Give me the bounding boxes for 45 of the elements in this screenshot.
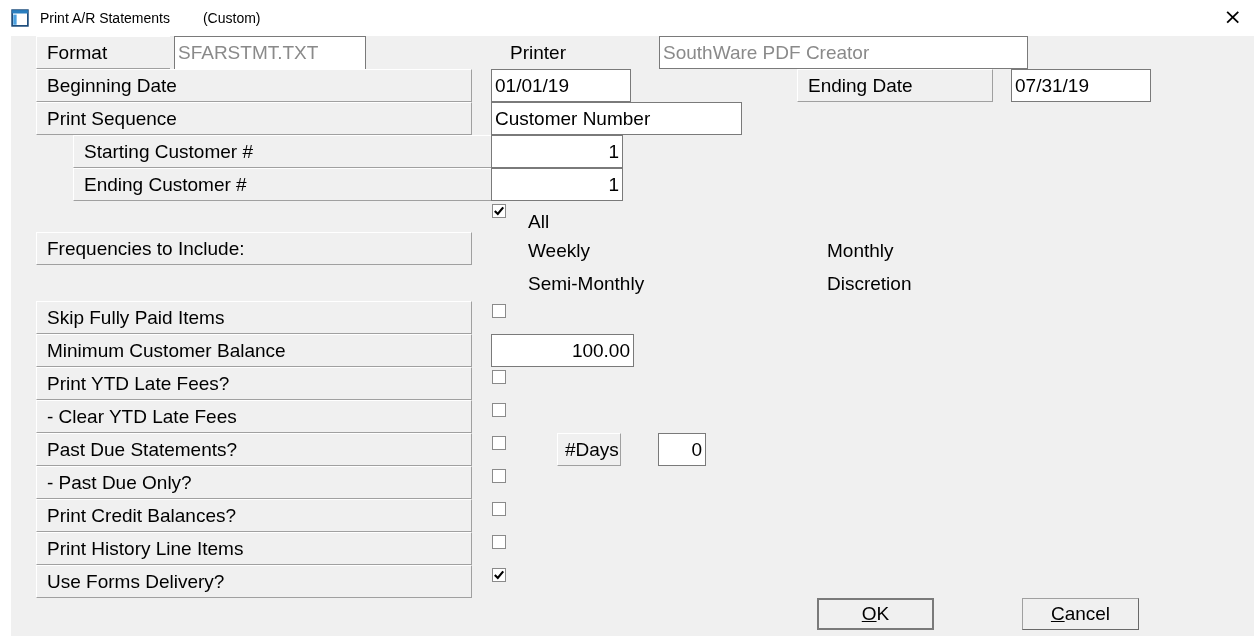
checkbox[interactable]: [492, 204, 506, 218]
window-title: Print A/R Statements: [40, 10, 170, 26]
window-icon: [11, 9, 29, 27]
window-subtitle: (Custom): [202, 10, 261, 26]
days-button[interactable]: #Days: [557, 433, 621, 466]
option-label: Weekly: [528, 240, 591, 262]
checkbox[interactable]: [492, 502, 506, 516]
checkbox[interactable]: [492, 304, 506, 318]
field-label: - Clear YTD Late Fees: [36, 400, 472, 433]
field-label: Use Forms Delivery?: [36, 565, 472, 598]
ok-button[interactable]: OK: [817, 598, 934, 630]
field-label: Ending Date: [797, 69, 993, 102]
field-label: Frequencies to Include:: [36, 232, 472, 265]
field-label: Ending Customer #: [73, 168, 492, 201]
field-label: Print Credit Balances?: [36, 499, 472, 532]
field-label: Print Sequence: [36, 102, 472, 135]
checkbox[interactable]: [492, 436, 506, 450]
input-field[interactable]: 07/31/19: [1011, 69, 1151, 102]
field-label: Minimum Customer Balance: [36, 334, 472, 367]
input-field[interactable]: 0: [658, 433, 706, 466]
cancel-button[interactable]: Cancel: [1022, 598, 1139, 630]
input-field[interactable]: Customer Number: [491, 102, 742, 135]
field-label: Print YTD Late Fees?: [36, 367, 472, 400]
option-label: Monthly: [827, 240, 895, 262]
field-label: Printer: [509, 40, 567, 65]
field-label: - Past Due Only?: [36, 466, 472, 499]
field-label: Starting Customer #: [73, 135, 492, 168]
option-label: Discretion: [827, 273, 913, 295]
input-field[interactable]: 100.00: [491, 334, 634, 367]
close-button[interactable]: ×: [1219, 7, 1246, 27]
field-label: Print History Line Items: [36, 532, 472, 565]
option-label: All: [528, 211, 550, 233]
checkbox[interactable]: [492, 535, 506, 549]
checkbox[interactable]: [492, 568, 506, 582]
input-field[interactable]: 01/01/19: [491, 69, 631, 102]
input-field[interactable]: 1: [491, 135, 623, 168]
option-label: Semi-Monthly: [528, 273, 646, 295]
checkbox[interactable]: [492, 403, 506, 417]
checkbox[interactable]: [492, 370, 506, 384]
field-label: Skip Fully Paid Items: [36, 301, 472, 334]
field-label: Beginning Date: [36, 69, 472, 102]
checkbox[interactable]: [492, 469, 506, 483]
field-label: Past Due Statements?: [36, 433, 472, 466]
field-label: Format: [36, 36, 170, 69]
input-field[interactable]: 1: [491, 168, 623, 201]
